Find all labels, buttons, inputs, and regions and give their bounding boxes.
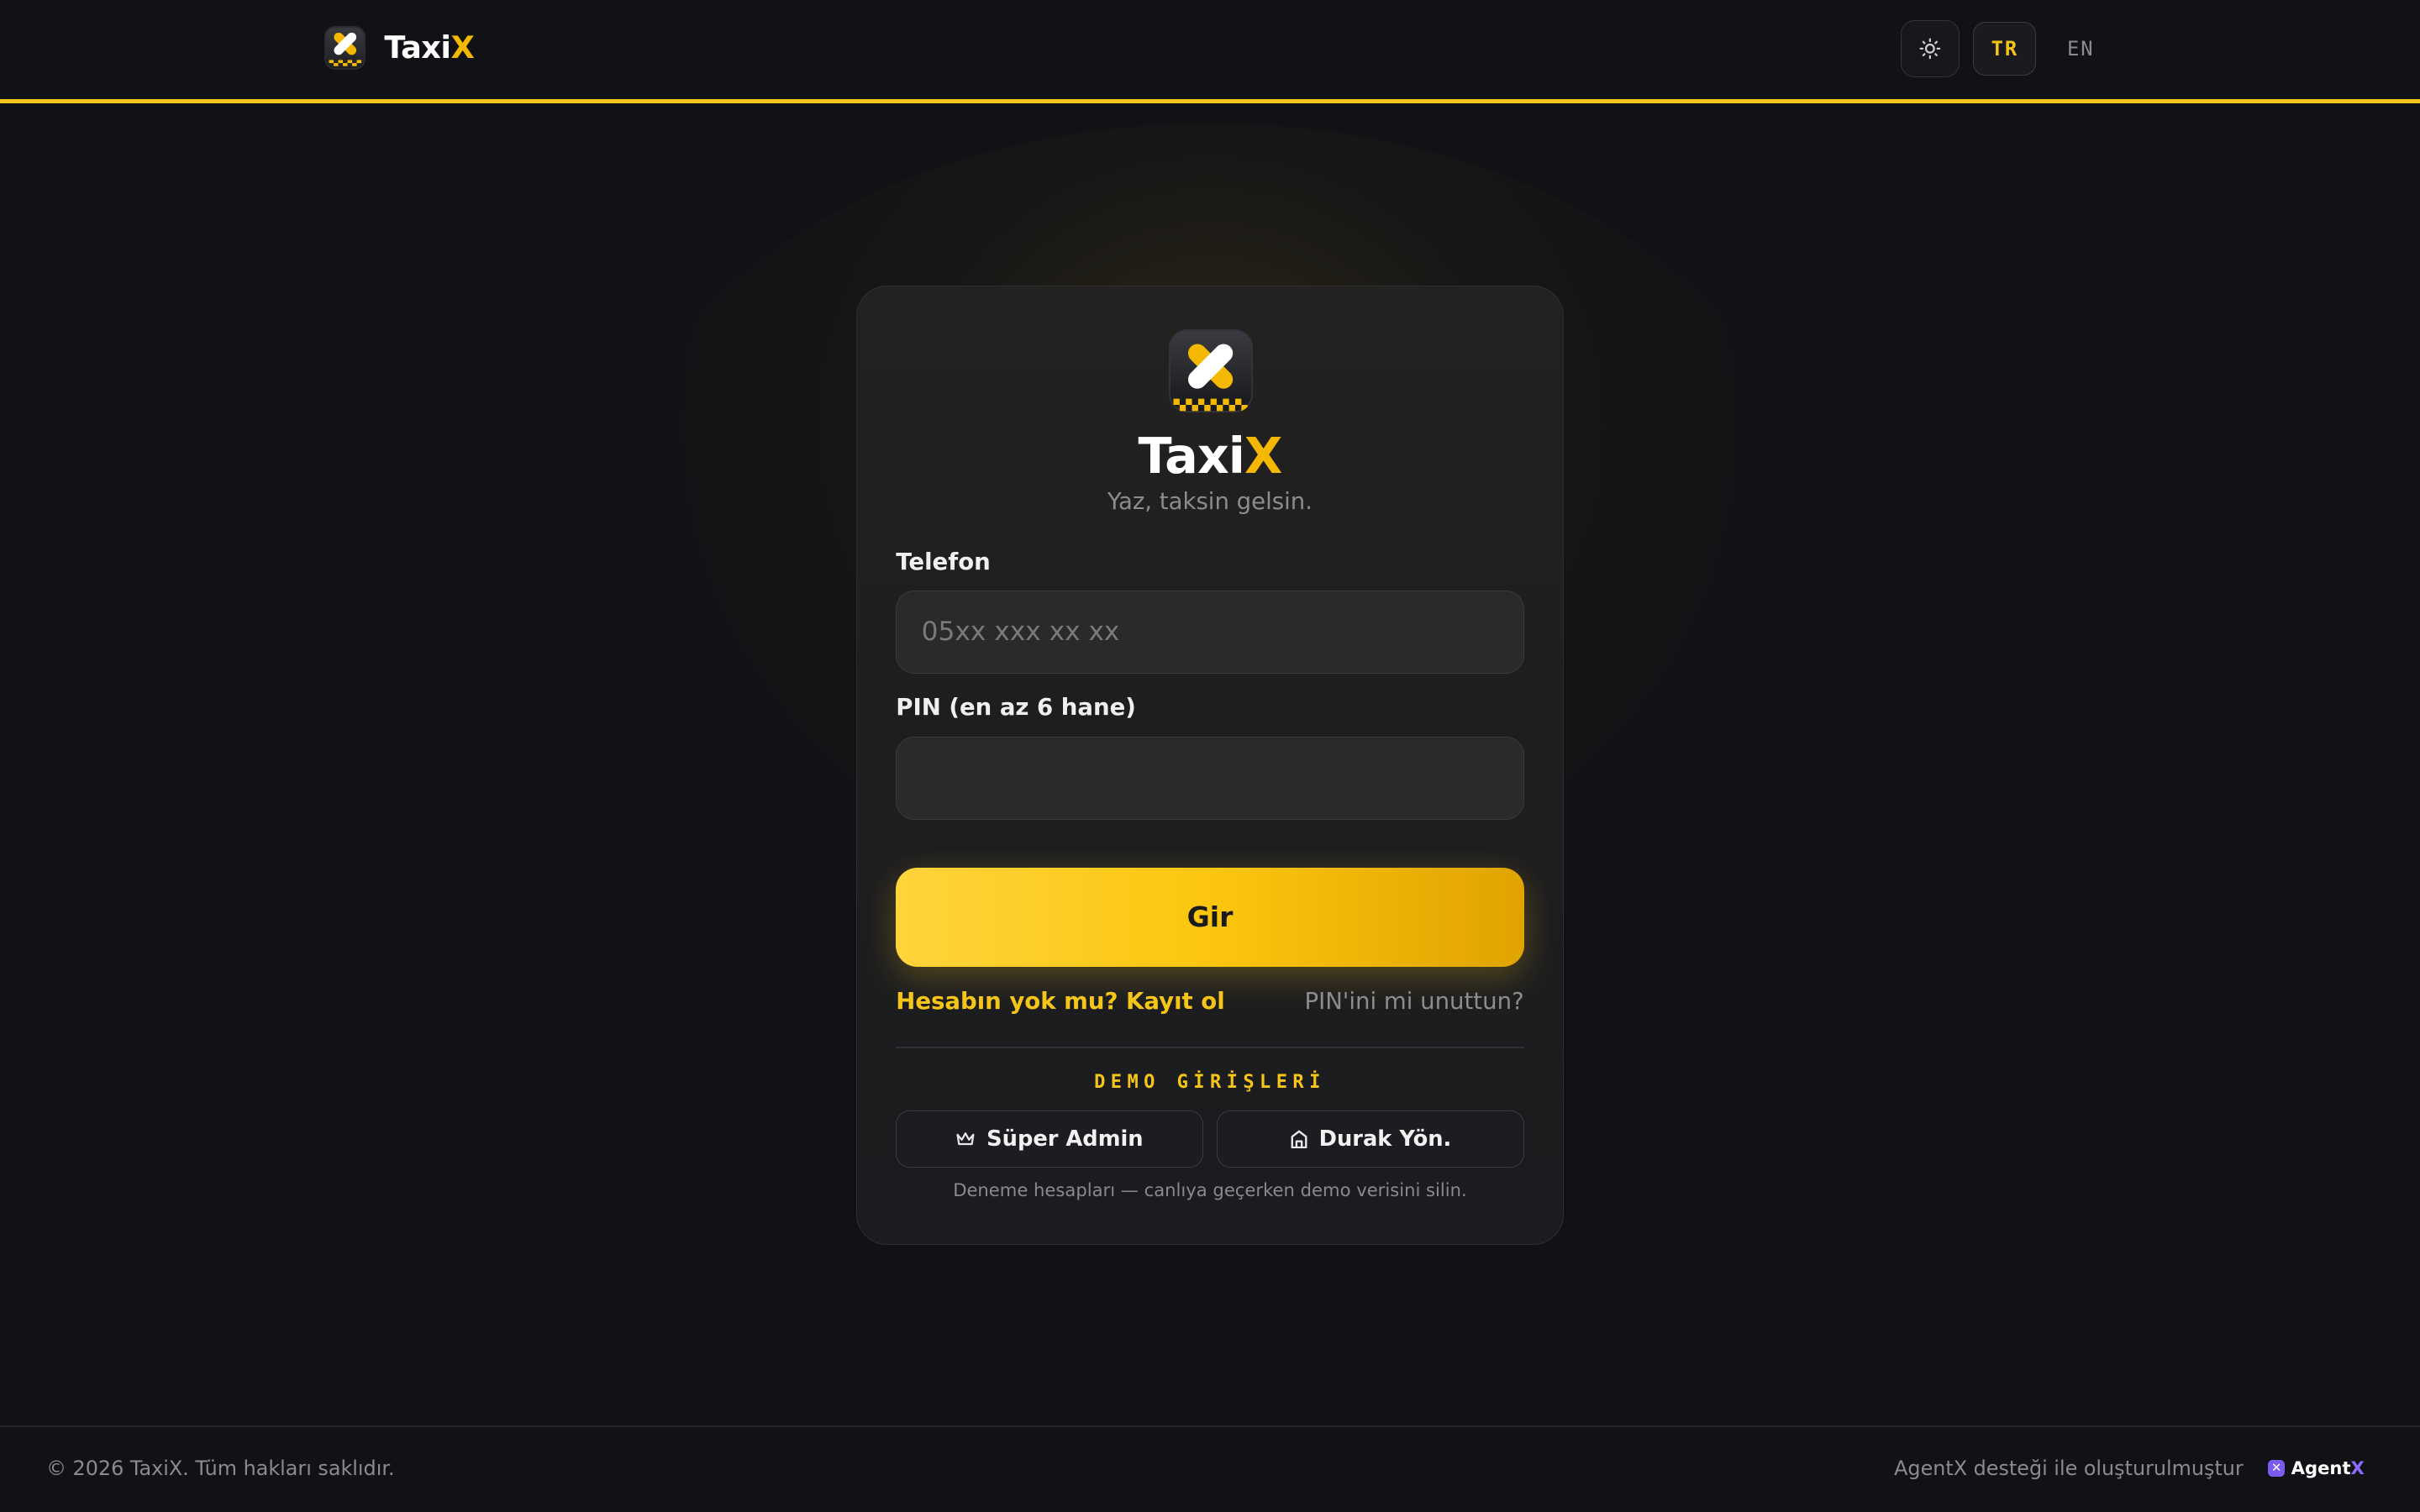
lang-en-button[interactable]: EN: [2050, 22, 2112, 76]
demo-logins-title: DEMO GİRİŞLERİ: [1094, 1071, 1326, 1093]
agentx-logo-icon: ✕: [2268, 1459, 2286, 1477]
demo-button-label: Süper Admin: [986, 1126, 1144, 1152]
brand[interactable]: TaxiX: [324, 26, 475, 70]
header-accent-line: [0, 98, 2420, 104]
theme-toggle-button[interactable]: [1901, 19, 1960, 77]
sun-icon: [1919, 38, 1941, 60]
forgot-pin-link[interactable]: PIN'ini mi unuttun?: [1304, 988, 1523, 1015]
lang-tr-button[interactable]: TR: [1973, 21, 2037, 76]
footer-credit: AgentX desteği ile oluşturulmuştur ✕ Age…: [1894, 1457, 2365, 1480]
login-card: TaxiX Yaz, taksin gelsin. Telefon PIN (e…: [856, 285, 1564, 1246]
crown-icon: [956, 1131, 975, 1145]
card-title: TaxiX: [1138, 426, 1282, 485]
footer-divider: [0, 1425, 2420, 1427]
login-submit-button[interactable]: Gir: [896, 868, 1524, 967]
top-header: TaxiX TR EN: [0, 0, 2420, 99]
demo-super-admin-button[interactable]: Süper Admin: [896, 1110, 1203, 1168]
phone-input[interactable]: [896, 590, 1524, 674]
footer-credit-text: AgentX desteği ile oluşturulmuştur: [1894, 1456, 2244, 1480]
phone-label: Telefon: [896, 549, 991, 576]
footer-copyright: © 2026 TaxiX. Tüm hakları saklıdır.: [46, 1456, 395, 1480]
demo-button-label: Durak Yön.: [1318, 1126, 1452, 1152]
divider: [896, 1047, 1524, 1049]
demo-note: Deneme hesapları — canlıya geçerken demo…: [953, 1179, 1467, 1201]
station-icon: [1291, 1130, 1307, 1148]
pin-label: PIN (en az 6 hane): [896, 693, 1136, 721]
card-logo: [1169, 329, 1253, 413]
brand-name: TaxiX: [384, 29, 475, 66]
taxix-logo-icon: [324, 26, 366, 70]
taxix-logo-icon: [1169, 329, 1253, 413]
agentx-badge[interactable]: ✕ AgentX: [2268, 1457, 2365, 1478]
register-link[interactable]: Hesabın yok mu? Kayıt ol: [896, 988, 1224, 1015]
card-subtitle: Yaz, taksin gelsin.: [1107, 488, 1313, 516]
pin-input[interactable]: [896, 737, 1524, 821]
demo-station-manager-button[interactable]: Durak Yön.: [1217, 1110, 1524, 1168]
